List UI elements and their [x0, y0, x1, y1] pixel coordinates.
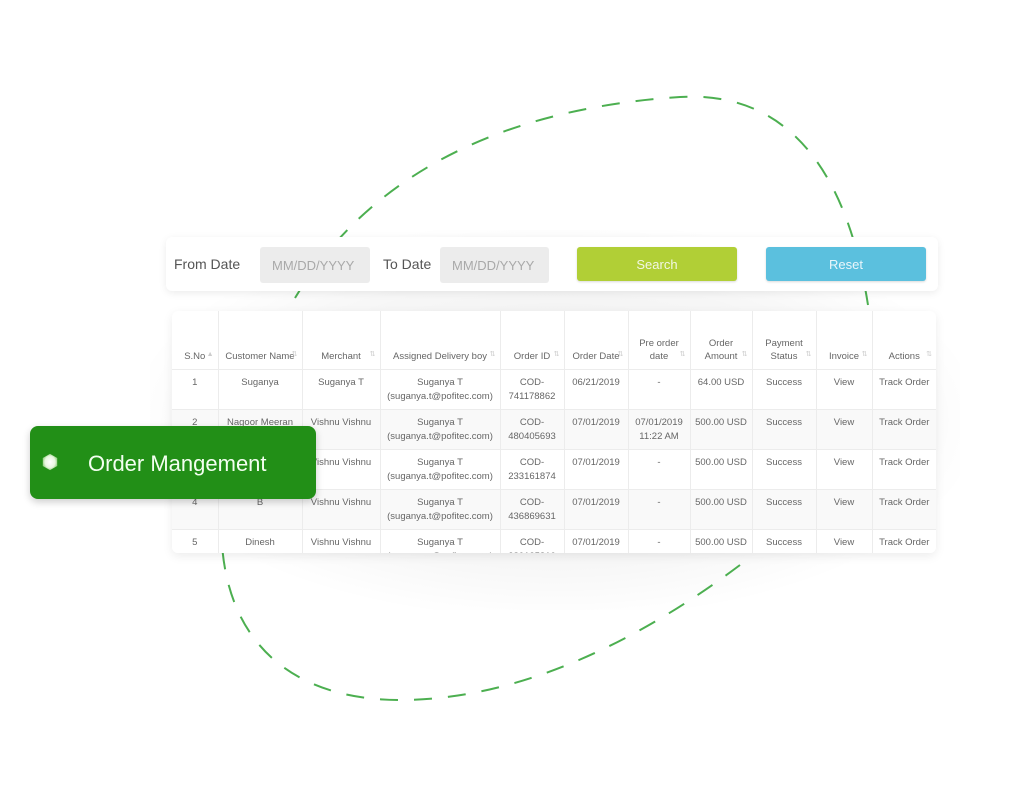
column-header-label: Order ID	[513, 351, 551, 362]
column-header[interactable]: Customer Name ⇅	[218, 311, 303, 370]
payment-status-cell: Success	[752, 409, 817, 450]
order-date-cell: 07/01/2019	[564, 489, 629, 530]
order-date-cell: 07/01/2019	[564, 449, 629, 490]
order-date-cell: 07/01/2019	[564, 529, 629, 553]
column-header-label: Assigned Delivery boy	[393, 351, 487, 362]
delivery-boy-cell: Suganya T (suganya.t@pofitec.com)	[380, 529, 501, 553]
column-header-label: Pre order date	[639, 338, 679, 362]
order-amount-cell: 500.00 USD	[690, 529, 753, 553]
pre-order-date-cell: -	[628, 369, 691, 410]
column-header-label: Actions	[888, 351, 920, 362]
customer-name-cell: Suganya	[218, 369, 303, 410]
order-amount-cell: 500.00 USD	[690, 449, 753, 490]
merchant-cell: Suganya T	[302, 369, 381, 410]
column-header[interactable]: Order Amount ⇅	[690, 311, 753, 370]
column-header-label: Invoice	[828, 351, 860, 362]
badge-label: Order Mangement	[88, 451, 267, 476]
order-amount-cell: 64.00 USD	[690, 369, 753, 410]
order-management-badge: Order Mangement	[30, 426, 316, 499]
column-header[interactable]: Actions ⇅	[872, 311, 936, 370]
track-order-link[interactable]: Track Order	[872, 489, 936, 530]
order-id-cell: COD-480405693	[500, 409, 565, 450]
column-header[interactable]: Order Date ⇅	[564, 311, 629, 370]
hexagon-icon	[42, 453, 58, 471]
sort-icon[interactable]: ⇅	[806, 348, 812, 361]
order-amount-cell: 500.00 USD	[690, 489, 753, 530]
sort-icon[interactable]: ⇅	[370, 348, 376, 361]
table-header-row: S.No ▲ Customer Name ⇅ Merchant ⇅ Assigned Del…	[172, 311, 936, 370]
order-id-cell: COD-741178862	[500, 369, 565, 410]
serial-cell: 1	[172, 369, 219, 410]
payment-status-cell: Success	[752, 449, 817, 490]
payment-status-cell: Success	[752, 489, 817, 530]
order-amount-cell: 500.00 USD	[690, 409, 753, 450]
column-header[interactable]: Merchant ⇅	[302, 311, 381, 370]
column-header[interactable]: Order ID ⇅	[500, 311, 565, 370]
pre-order-date-cell: -	[628, 489, 691, 530]
invoice-link[interactable]: View	[816, 369, 873, 410]
order-id-cell: COD-436869631	[500, 489, 565, 530]
sort-icon[interactable]: ⇅	[862, 348, 868, 361]
merchant-cell: Vishnu Vishnu	[302, 529, 381, 553]
serial-cell: 5	[172, 529, 219, 553]
delivery-boy-cell: Suganya T (suganya.t@pofitec.com)	[380, 409, 501, 450]
date-filter-bar: From Date To Date Search Reset	[166, 237, 938, 291]
payment-status-cell: Success	[752, 369, 817, 410]
pre-order-date-cell: -	[628, 529, 691, 553]
track-order-link[interactable]: Track Order	[872, 369, 936, 410]
invoice-link[interactable]: View	[816, 409, 873, 450]
invoice-link[interactable]: View	[816, 489, 873, 530]
from-date-label: From Date	[174, 256, 241, 272]
column-header-label: Order Amount	[704, 338, 738, 362]
sort-icon[interactable]: ⇅	[926, 348, 932, 361]
column-header-label: Order Date	[572, 351, 620, 362]
column-header[interactable]: Invoice ⇅	[816, 311, 873, 370]
table-row: 1 Suganya Suganya T Suganya T (suganya.t@po…	[172, 369, 936, 410]
pre-order-date-cell: -	[628, 449, 691, 490]
pre-order-date-cell: 07/01/2019 11:22 AM	[628, 409, 691, 450]
to-date-label: To Date	[383, 256, 432, 272]
order-id-cell: COD-233161874	[500, 449, 565, 490]
delivery-boy-cell: Suganya T (suganya.t@pofitec.com)	[380, 369, 501, 410]
sort-icon[interactable]: ⇅	[292, 348, 298, 361]
to-date-input[interactable]	[440, 247, 549, 283]
order-id-cell: COD-280125810	[500, 529, 565, 553]
sort-icon[interactable]: ⇅	[618, 348, 624, 361]
column-header[interactable]: Payment Status ⇅	[752, 311, 817, 370]
reset-button[interactable]: Reset	[766, 247, 926, 281]
sort-icon[interactable]: ⇅	[680, 348, 686, 361]
column-header-label: Customer Name	[225, 351, 295, 362]
search-button[interactable]: Search	[577, 247, 737, 281]
order-date-cell: 06/21/2019	[564, 369, 629, 410]
invoice-link[interactable]: View	[816, 449, 873, 490]
track-order-link[interactable]: Track Order	[872, 409, 936, 450]
column-header[interactable]: S.No ▲	[172, 311, 219, 370]
payment-status-cell: Success	[752, 529, 817, 553]
table-row: 5DineshVishnu VishnuSuganya T (suganya.t…	[172, 529, 936, 553]
sort-icon[interactable]: ⇅	[554, 348, 560, 361]
delivery-boy-cell: Suganya T (suganya.t@pofitec.com)	[380, 449, 501, 490]
sort-icon[interactable]: ⇅	[490, 348, 496, 361]
column-header-label: Payment Status	[765, 338, 803, 362]
from-date-input[interactable]	[260, 247, 370, 283]
customer-name-cell: Dinesh	[218, 529, 303, 553]
column-header[interactable]: Pre order date ⇅	[628, 311, 691, 370]
column-header[interactable]: Assigned Delivery boy ⇅	[380, 311, 501, 370]
sort-asc-icon[interactable]: ▲	[207, 348, 214, 361]
track-order-link[interactable]: Track Order	[872, 529, 936, 553]
sort-icon[interactable]: ⇅	[742, 348, 748, 361]
delivery-boy-cell: Suganya T (suganya.t@pofitec.com)	[380, 489, 501, 530]
order-date-cell: 07/01/2019	[564, 409, 629, 450]
invoice-link[interactable]: View	[816, 529, 873, 553]
column-header-label: Merchant	[321, 351, 361, 362]
track-order-link[interactable]: Track Order	[872, 449, 936, 490]
column-header-label: S.No	[184, 351, 206, 362]
